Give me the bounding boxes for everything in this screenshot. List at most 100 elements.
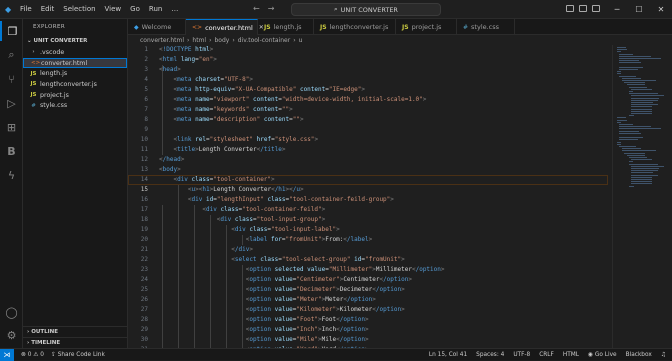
code-line[interactable]: <option value="Mile">Mile</option> [159, 335, 609, 345]
code-line[interactable]: <meta http-equiv="X-UA-Compatible" conte… [159, 85, 609, 95]
tab-project-js[interactable]: JS project.js [396, 19, 457, 35]
tree-item-project-js[interactable]: JS project.js [23, 90, 127, 101]
tree-item-label: lengthconverter.js [40, 80, 97, 88]
minimap-line [631, 165, 665, 167]
menu-run[interactable]: Run [149, 5, 162, 13]
search-view-icon[interactable]: ⌕ [0, 45, 23, 65]
outline-section[interactable]: › OUTLINE [23, 326, 127, 337]
explorer-icon[interactable]: ❐ [0, 21, 23, 41]
code-line[interactable]: <select class="tool-select-group" id="fr… [159, 255, 609, 265]
extensions-icon[interactable]: ⊞ [0, 117, 23, 137]
code-line[interactable]: <option value="Kilometer">Kilometer</opt… [159, 305, 609, 315]
minimize-icon[interactable]: ─ [606, 0, 628, 19]
code-line[interactable]: <meta name="viewport" content="width=dev… [159, 95, 609, 105]
menu-more[interactable]: … [171, 5, 178, 13]
toggle-sidebar-icon[interactable] [566, 5, 574, 12]
back-arrow-icon[interactable]: ← [253, 4, 260, 13]
end-of-line[interactable]: CRLF [539, 352, 554, 358]
forward-arrow-icon[interactable]: → [268, 4, 275, 13]
code-line[interactable]: <!DOCTYPE html> [159, 45, 609, 55]
menu-selection[interactable]: Selection [63, 5, 95, 13]
breadcrumb-body[interactable]: body [215, 37, 230, 44]
code-line[interactable]: <body> [159, 165, 609, 175]
errors-indicator[interactable]: ⊗ 0 ⚠ 0 [21, 352, 44, 358]
tree-item-converter-html[interactable]: <> converter.html [23, 57, 127, 69]
minimap[interactable] [612, 45, 672, 348]
tab-welcome[interactable]: ◆ Welcome [128, 19, 186, 35]
tree-item-lengthconverter-js[interactable]: JS lengthconverter.js [23, 79, 127, 90]
code-line[interactable]: <div class="tool-container-feild"> [159, 205, 609, 215]
menu-view[interactable]: View [105, 5, 122, 13]
code-line[interactable]: <option value="Meter">Meter</option> [159, 295, 609, 305]
code-line[interactable]: <div class="tool-input-group"> [159, 215, 609, 225]
blackbox-status[interactable]: Blackbox [626, 352, 652, 358]
code-line[interactable]: <u><h1>Length Converter</h1></u> [159, 185, 609, 195]
code-line[interactable]: <option value="Foot">Foot</option> [159, 315, 609, 325]
minimap-line [631, 106, 652, 108]
minimap-line [631, 172, 653, 174]
menu-go[interactable]: Go [130, 5, 140, 13]
remote-indicator-icon[interactable]: ⋊ [0, 348, 14, 361]
code-editor[interactable]: 1 2 3 4 5 6 7 8 9 10 11 12 13 14 15 16 17 18 19 20 21 22 23 24 2… [128, 45, 672, 348]
breadcrumb-div[interactable]: div.tool-container [238, 37, 290, 44]
command-center-search[interactable]: ⌕ UNIT CONVERTER [291, 3, 441, 16]
cursor-position[interactable]: Ln 15, Col 41 [429, 352, 467, 358]
code-line[interactable]: <option selected value="Millimeter">Mill… [159, 265, 609, 275]
run-debug-icon[interactable]: ▷ [0, 93, 23, 113]
code-line[interactable]: </div> [159, 245, 609, 255]
code-line[interactable]: <label for="fromUnit">From:</label> [159, 235, 609, 245]
menu-file[interactable]: File [20, 5, 32, 13]
code-line[interactable]: <title>Length Converter</title> [159, 145, 609, 155]
live-share-icon[interactable]: ϟ [0, 165, 23, 185]
code-line[interactable]: <meta name="keywords" content=""> [159, 105, 609, 115]
breadcrumb-html[interactable]: html [192, 37, 206, 44]
source-control-icon[interactable]: ⑂ [0, 69, 23, 89]
blackbox-icon[interactable]: B [0, 141, 23, 161]
code-line[interactable]: <html lang="en"> [159, 55, 609, 65]
project-folder[interactable]: ⌄ UNIT CONVERTER [23, 35, 127, 47]
tab-converter-html[interactable]: <> converter.html ✕ [186, 19, 264, 35]
code-line[interactable]: <link rel="stylesheet" href="style.css"> [159, 135, 609, 145]
tree-item-style-css[interactable]: # style.css [23, 100, 127, 111]
minimap-line [617, 51, 621, 53]
toggle-panel-icon[interactable] [579, 5, 587, 12]
go-live-button[interactable]: ◉ Go Live [588, 352, 617, 358]
notifications-bell-icon[interactable]: ♫ [661, 352, 666, 358]
code-line[interactable]: <div class="tool-input-label"> [159, 225, 609, 235]
code-line[interactable]: <div id="lengthInput" class="tool-contai… [159, 195, 609, 205]
breadcrumb-u[interactable]: u [299, 37, 303, 44]
timeline-section[interactable]: › TIMELINE [23, 337, 127, 348]
menu-edit[interactable]: Edit [41, 5, 55, 13]
manage-gear-icon[interactable]: ⚙ [0, 325, 23, 345]
code-line[interactable]: </head> [159, 155, 609, 165]
close-window-icon[interactable]: ✕ [650, 0, 672, 19]
line-number: 21 [140, 246, 148, 253]
encoding[interactable]: UTF-8 [513, 352, 530, 358]
code-line[interactable]: <option value="Inch">Inch</option> [159, 325, 609, 335]
minimap-line [619, 55, 652, 57]
code-line[interactable]: <option value="Decimeter">Decimeter</opt… [159, 285, 609, 295]
share-code-link[interactable]: ⇪ Share Code Link [51, 352, 105, 358]
code-line[interactable]: <head> [159, 65, 609, 75]
explorer-header: EXPLORER [33, 24, 66, 30]
tree-item-length-js[interactable]: JS length.js [23, 68, 127, 79]
code-line[interactable]: <meta name="description" content=""> [159, 115, 609, 125]
minimap-line [617, 47, 626, 48]
language-mode[interactable]: HTML [563, 352, 579, 358]
maximize-icon[interactable]: ☐ [628, 0, 650, 19]
chevron-right-icon: › [209, 36, 212, 44]
minimap-line [619, 62, 641, 64]
indentation[interactable]: Spaces: 4 [476, 352, 504, 358]
tab-length-js[interactable]: JS length.js [258, 19, 314, 35]
tree-item-vscode[interactable]: › .vscode [23, 47, 127, 58]
tab-lengthconverter-js[interactable]: JS lengthconverter.js [314, 19, 396, 35]
tab-style-css[interactable]: # style.css [457, 19, 515, 35]
code-line[interactable]: <div class="tool-container"> [159, 175, 609, 185]
toggle-secondary-sidebar-icon[interactable] [592, 5, 600, 12]
code-line[interactable]: <meta charset="UTF-8"> [159, 75, 609, 85]
code-line[interactable] [159, 125, 609, 135]
breadcrumb-file[interactable]: converter.html [140, 37, 184, 44]
minimap-line [626, 84, 645, 86]
accounts-icon[interactable]: ◯ [0, 302, 23, 322]
code-line[interactable]: <option value="Centimeter">Centimeter</o… [159, 275, 609, 285]
